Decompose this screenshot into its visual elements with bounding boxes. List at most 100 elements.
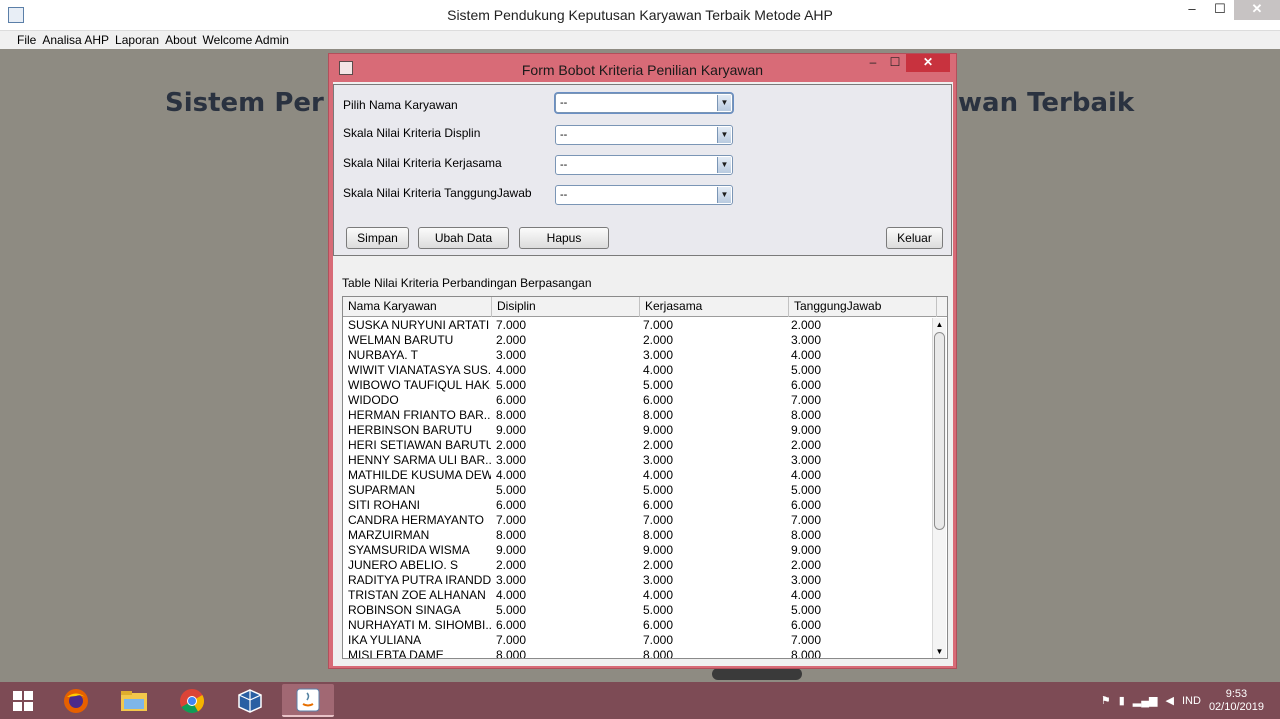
scroll-up-icon[interactable]: ▲ [933,318,946,331]
file-explorer-icon [121,690,147,711]
cell-disiplin: 5.000 [496,483,527,497]
dialog-titlebar[interactable]: Form Bobot Kriteria Penilian Karyawan – … [329,54,956,82]
table-row[interactable]: RADITYA PUTRA IRANDDA 3.000 3.000 3.000 [343,573,933,588]
select-kriteria-tanggungjawab[interactable]: -- ▼ [555,185,733,205]
cell-kerjasama: 6.000 [643,393,674,407]
menu-about[interactable]: About [165,33,196,47]
cell-tanggungjawab: 4.000 [791,468,822,482]
menu-welcome-admin[interactable]: Welcome Admin [202,33,288,47]
start-button[interactable] [0,682,46,719]
battery-icon[interactable]: ▮ [1119,694,1125,707]
table-row[interactable]: WIDODO 6.000 6.000 7.000 [343,393,933,408]
dialog-body: Pilih Nama Karyawan -- ▼ Skala Nilai Kri… [333,82,953,666]
system-tray: ⚑ ▮ ▂▄▆ ◀ IND 9:53 02/10/2019 [1101,682,1280,719]
signal-icon[interactable]: ▂▄▆ [1133,694,1158,707]
chevron-down-icon: ▼ [717,95,731,111]
cell-tanggungjawab: 7.000 [791,393,822,407]
language-indicator[interactable]: IND [1182,695,1201,707]
minimize-button[interactable]: – [1178,0,1206,20]
table-row[interactable]: SUSKA NURYUNI ARTATI 7.000 7.000 2.000 [343,318,933,333]
table-row[interactable]: WIBOWO TAUFIQUL HAK... 5.000 5.000 6.000 [343,378,933,393]
menu-laporan[interactable]: Laporan [115,33,159,47]
table-scrollbar[interactable]: ▲ ▼ [932,318,946,658]
cell-tanggungjawab: 8.000 [791,648,822,659]
table-row[interactable]: HERBINSON BARUTU 9.000 9.000 9.000 [343,423,933,438]
table-row[interactable]: WELMAN BARUTU 2.000 2.000 3.000 [343,333,933,348]
column-header-nama[interactable]: Nama Karyawan [343,297,492,317]
cell-disiplin: 6.000 [496,393,527,407]
table-row[interactable]: MISI EBTA DAME 8.000 8.000 8.000 [343,648,933,659]
main-window-titlebar: Sistem Pendukung Keputusan Karyawan Terb… [0,0,1280,31]
taskbar-virtualbox[interactable] [224,684,276,717]
column-header-tanggungjawab[interactable]: TanggungJawab [789,297,937,317]
cell-disiplin: 3.000 [496,573,527,587]
table-row[interactable]: ROBINSON SINAGA 5.000 5.000 5.000 [343,603,933,618]
table-row[interactable]: MATHILDE KUSUMA DEWI 4.000 4.000 4.000 [343,468,933,483]
close-button[interactable]: ✕ [1234,0,1280,20]
cell-tanggungjawab: 5.000 [791,603,822,617]
cell-nama: NURHAYATI M. SIHOMBI... [348,618,491,632]
cell-tanggungjawab: 3.000 [791,333,822,347]
table-row[interactable]: NURBAYA. T 3.000 3.000 4.000 [343,348,933,363]
select-kriteria-disiplin[interactable]: -- ▼ [555,125,733,145]
table-row[interactable]: HERI SETIAWAN BARUTU 2.000 2.000 2.000 [343,438,933,453]
cell-nama: MISI EBTA DAME [348,648,444,659]
column-header-kerjasama[interactable]: Kerjasama [640,297,789,317]
table-row[interactable]: WIWIT VIANATASYA SUS... 4.000 4.000 5.000 [343,363,933,378]
flag-icon[interactable]: ⚑ [1101,694,1111,707]
scroll-down-icon[interactable]: ▼ [933,645,946,658]
dialog-minimize-button[interactable]: – [862,54,884,72]
background-heading-right: wan Terbaik [958,88,1135,118]
select-nama-karyawan[interactable]: -- ▼ [555,93,733,113]
table-row[interactable]: SYAMSURIDA WISMA 9.000 9.000 9.000 [343,543,933,558]
label-nama-karyawan: Pilih Nama Karyawan [343,98,458,112]
taskbar-file-explorer[interactable] [108,684,160,717]
cell-nama: HERBINSON BARUTU [348,423,473,437]
keluar-button[interactable]: Keluar [886,227,943,249]
dialog-maximize-button[interactable]: ☐ [884,54,906,72]
table-row[interactable]: NURHAYATI M. SIHOMBI... 6.000 6.000 6.000 [343,618,933,633]
cell-disiplin: 4.000 [496,588,527,602]
scrollbar-thumb[interactable] [934,332,945,530]
dialog-close-button[interactable]: ✕ [906,54,950,72]
select-kriteria-kerjasama[interactable]: -- ▼ [555,155,733,175]
table-row[interactable]: MARZUIRMAN 8.000 8.000 8.000 [343,528,933,543]
cell-kerjasama: 7.000 [643,318,674,332]
cell-disiplin: 9.000 [496,543,527,557]
cell-disiplin: 3.000 [496,348,527,362]
table-row[interactable]: CANDRA HERMAYANTO 7.000 7.000 7.000 [343,513,933,528]
clock[interactable]: 9:53 02/10/2019 [1209,688,1264,714]
taskbar-firefox[interactable] [50,684,102,717]
cell-disiplin: 7.000 [496,318,527,332]
cell-tanggungjawab: 4.000 [791,588,822,602]
ubah-data-button[interactable]: Ubah Data [418,227,509,249]
menu-file[interactable]: File [17,33,36,47]
cell-nama: SYAMSURIDA WISMA [348,543,470,557]
table-row[interactable]: HENNY SARMA ULI BAR... 3.000 3.000 3.000 [343,453,933,468]
cell-tanggungjawab: 8.000 [791,528,822,542]
table-row[interactable]: SITI ROHANI 6.000 6.000 6.000 [343,498,933,513]
cell-disiplin: 8.000 [496,408,527,422]
cell-nama: WIWIT VIANATASYA SUS... [348,363,491,377]
table-row[interactable]: SUPARMAN 5.000 5.000 5.000 [343,483,933,498]
cell-kerjasama: 4.000 [643,363,674,377]
simpan-button[interactable]: Simpan [346,227,409,249]
table-row[interactable]: HERMAN FRIANTO BAR... 8.000 8.000 8.000 [343,408,933,423]
cell-disiplin: 9.000 [496,423,527,437]
taskbar-java-app[interactable] [282,684,334,717]
volume-icon[interactable]: ◀ [1166,694,1174,707]
cell-disiplin: 7.000 [496,633,527,647]
table-row[interactable]: JUNERO ABELIO. S 2.000 2.000 2.000 [343,558,933,573]
menu-analisa-ahp[interactable]: Analisa AHP [42,33,109,47]
cell-disiplin: 4.000 [496,468,527,482]
taskbar-chrome[interactable] [166,684,218,717]
cell-tanggungjawab: 5.000 [791,363,822,377]
table-row[interactable]: IKA YULIANA 7.000 7.000 7.000 [343,633,933,648]
cell-disiplin: 4.000 [496,363,527,377]
maximize-button[interactable]: ☐ [1206,0,1234,20]
java-icon [296,688,320,711]
table-row[interactable]: TRISTAN ZOE ALHANAN 4.000 4.000 4.000 [343,588,933,603]
hapus-button[interactable]: Hapus [519,227,609,249]
column-header-disiplin[interactable]: Disiplin [492,297,640,317]
firefox-icon [64,688,88,713]
